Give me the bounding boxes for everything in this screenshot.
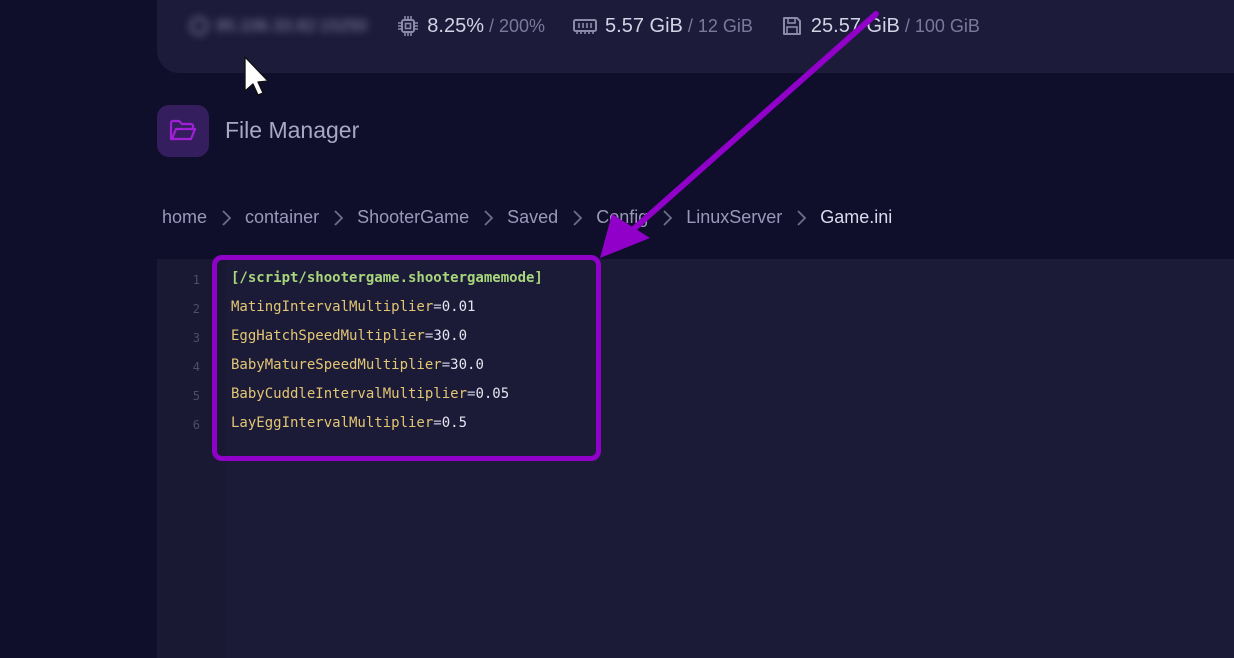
app-window: 95.106.33.82:15250 8.25% / 200% 5.57 GiB… [0,0,1234,658]
mouse-cursor-icon [244,56,269,96]
annotation-overlay [244,11,879,258]
annotation-arrow [600,11,879,258]
